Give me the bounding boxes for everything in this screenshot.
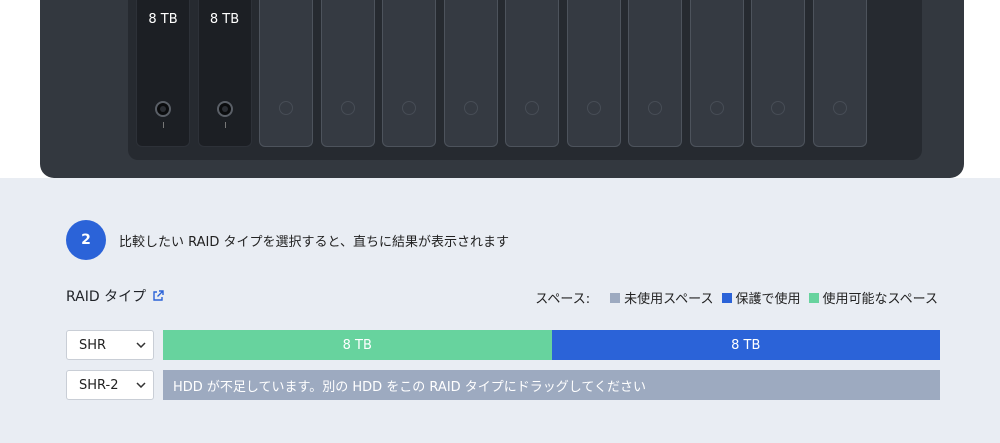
raid-type-selected-value: SHR bbox=[79, 337, 107, 353]
drive-bay-filled[interactable]: 8 TB bbox=[197, 0, 252, 147]
nas-area: 8 TB 8 TB bbox=[0, 0, 1000, 178]
drive-tray-latch-icon bbox=[525, 101, 539, 115]
raid-capacity-bar: 8 TB 8 TB bbox=[163, 330, 940, 360]
legend-label: スペース: bbox=[535, 292, 591, 307]
raid-type-select-shr[interactable]: SHR bbox=[66, 330, 154, 360]
drive-bay-empty[interactable] bbox=[505, 0, 559, 147]
drive-tray-notch bbox=[224, 122, 226, 128]
drive-bay-empty[interactable] bbox=[751, 0, 805, 147]
drive-tray-latch-icon bbox=[648, 101, 662, 115]
drive-tray-notch bbox=[163, 122, 164, 128]
raid-type-select-shr-2[interactable]: SHR-2 bbox=[66, 370, 154, 400]
chevron-down-icon bbox=[136, 382, 146, 388]
drive-capacity-label: 8 TB bbox=[148, 12, 178, 27]
drive-tray-latch-icon bbox=[216, 101, 233, 117]
drive-bay-empty[interactable] bbox=[320, 0, 375, 147]
legend-item-unused: 未使用スペース bbox=[610, 288, 714, 307]
drive-tray-latch-icon bbox=[279, 101, 293, 115]
drive-capacity-label: 8 TB bbox=[209, 12, 240, 27]
drive-bay-empty[interactable] bbox=[443, 0, 498, 147]
drive-bay-empty[interactable] bbox=[566, 0, 621, 147]
drive-tray-latch-icon bbox=[463, 101, 478, 115]
drive-bay-empty[interactable] bbox=[812, 0, 867, 147]
legend-item-label: 未使用スペース bbox=[624, 292, 714, 307]
drive-tray-latch-icon bbox=[832, 101, 847, 115]
legend-swatch-unused bbox=[610, 292, 621, 303]
legend-item-label: 使用可能なスペース bbox=[822, 292, 938, 307]
protection-space-segment: 8 TB bbox=[551, 330, 940, 360]
drive-tray-latch-icon bbox=[155, 101, 171, 117]
legend-item-label: 保護で使用 bbox=[735, 292, 801, 307]
raid-type-selected-value: SHR-2 bbox=[79, 377, 119, 393]
drive-bay-empty[interactable] bbox=[259, 0, 313, 147]
step-number-badge: 2 bbox=[66, 220, 106, 260]
raid-type-title: RAID タイプ bbox=[66, 289, 147, 305]
legend-swatch-available bbox=[808, 292, 819, 303]
available-space-segment: 8 TB bbox=[163, 330, 552, 360]
step-instruction: 比較したい RAID タイプを選択すると、直ちに結果が表示されます bbox=[119, 235, 509, 250]
drive-tray-latch-icon bbox=[771, 101, 785, 115]
legend-item-available: 使用可能なスペース bbox=[808, 288, 938, 307]
drive-tray-latch-icon bbox=[340, 101, 355, 115]
external-link-icon[interactable] bbox=[152, 290, 164, 302]
drive-tray-latch-icon bbox=[402, 101, 416, 115]
drive-bay-empty[interactable] bbox=[689, 0, 744, 147]
drive-tray-latch-icon bbox=[709, 101, 724, 115]
insufficient-hdd-message[interactable]: HDD が不足しています。別の HDD をこの RAID タイプにドラッグしてく… bbox=[163, 370, 940, 400]
drive-bay-empty[interactable] bbox=[628, 0, 682, 147]
legend-swatch-protection bbox=[721, 292, 732, 303]
space-legend: スペース: 未使用スペース 保護で使用 使用可能なスペース bbox=[535, 288, 938, 307]
legend-item-protection: 保護で使用 bbox=[721, 288, 801, 307]
drive-bay-frame: 8 TB 8 TB bbox=[128, 0, 922, 160]
chevron-down-icon bbox=[136, 342, 146, 348]
drive-bay-empty[interactable] bbox=[382, 0, 436, 147]
raid-type-heading: RAID タイプ bbox=[66, 286, 164, 306]
nas-device: 8 TB 8 TB bbox=[40, 0, 964, 178]
drive-tray-latch-icon bbox=[586, 101, 601, 115]
drive-bay-filled[interactable]: 8 TB bbox=[136, 0, 190, 147]
